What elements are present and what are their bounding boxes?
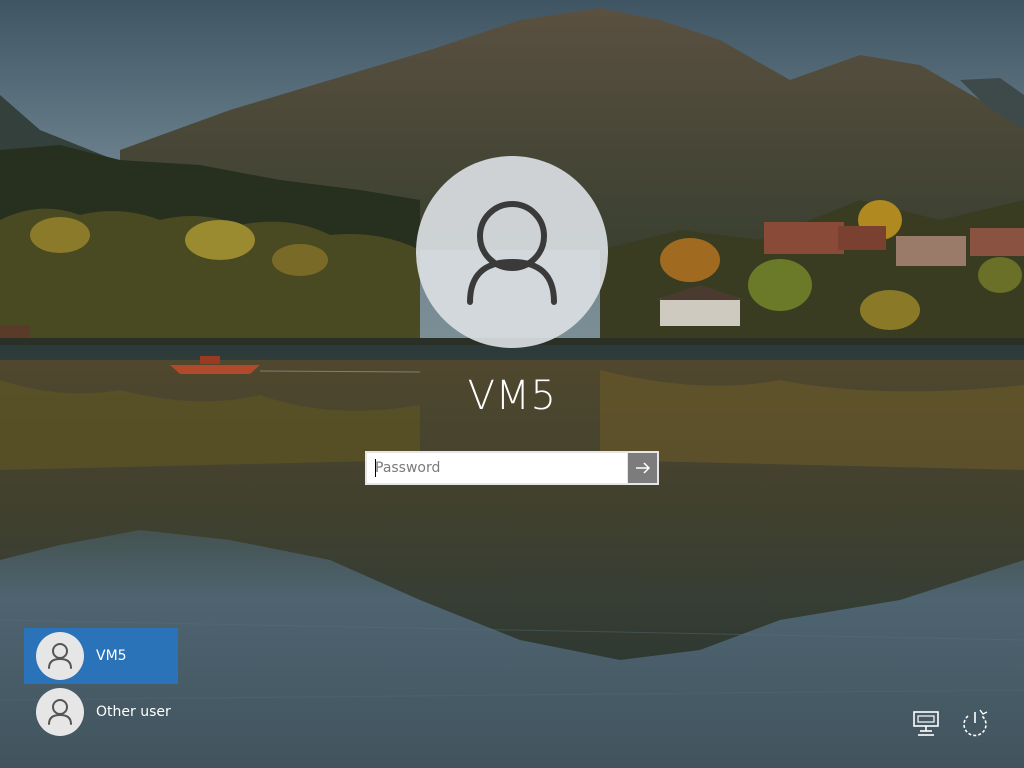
user-tile-label: Other user [96,704,171,720]
user-tile-avatar [36,632,84,680]
user-tile-vm5[interactable]: VM5 [24,628,178,684]
user-avatar-icon [48,643,72,669]
network-icon [913,711,939,736]
user-avatar-icon [48,699,72,725]
power-button[interactable] [958,706,992,740]
power-icon [963,709,988,737]
text-caret [375,459,376,477]
arrow-right-icon [636,462,651,474]
user-avatar-icon [467,201,557,305]
user-tile-avatar [36,688,84,736]
password-box [365,451,659,485]
user-tile-other-user[interactable]: Other user [24,684,178,740]
submit-button[interactable] [627,453,657,483]
user-tile-label: VM5 [96,648,127,664]
lock-screen: VM5 VM5 Other user [0,0,1024,768]
password-input[interactable] [367,453,627,483]
network-button[interactable] [910,706,944,740]
username-label: VM5 [467,373,557,419]
user-avatar-large [416,156,608,348]
